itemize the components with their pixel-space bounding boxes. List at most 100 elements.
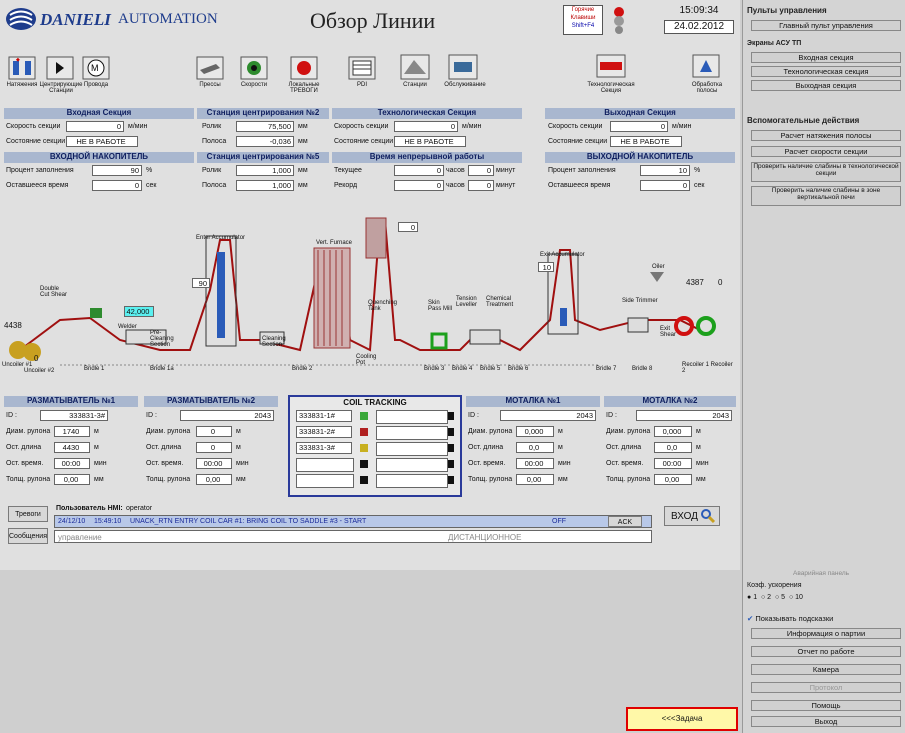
uncoiler1-len-value: 4430 <box>54 442 90 453</box>
uncoiler2-len-value: 0 <box>196 442 232 453</box>
station-icon[interactable] <box>400 54 430 80</box>
uncoiler1-time-value: 00:00 <box>54 458 90 469</box>
tracking-row[interactable] <box>296 474 456 490</box>
recoiler1-diam-unit: м <box>558 428 563 435</box>
tracking-info <box>376 474 448 488</box>
tracking-row[interactable] <box>296 458 456 474</box>
speed-icon[interactable] <box>240 56 268 80</box>
tracking-row[interactable]: 333831-1# <box>296 410 456 426</box>
tracking-info <box>376 410 448 424</box>
accel-radio-1[interactable]: ● 1 <box>747 594 757 601</box>
strip-length-readout: 42,000 <box>124 306 154 317</box>
sidebar-item-main-panel[interactable]: Главный пульт управления <box>751 20 901 31</box>
messages-button[interactable]: Сообщения <box>8 528 48 544</box>
entry-remain-unit: сек <box>146 182 157 189</box>
accel-radio-group: ● 1 ○ 2 ○ 5 ○ 10 <box>747 594 897 606</box>
sidebar-item-work-report[interactable]: Отчет по работе <box>751 646 901 657</box>
label-bridle-3: Bridle 3 <box>424 366 445 372</box>
recoiler2-diam-unit: м <box>696 428 701 435</box>
sidebar-item-tension-calc[interactable]: Расчет натяжения полосы <box>751 130 901 141</box>
recoiler1-len-label: Ост. длина <box>468 444 504 451</box>
status-control-label: управление <box>58 533 102 542</box>
tracking-coil-id <box>296 474 354 488</box>
motor-icon[interactable]: M <box>82 56 110 80</box>
centering5-strip-value: 1,000 <box>236 180 294 191</box>
sidebar-item-tech[interactable]: Технологическая секция <box>751 66 901 77</box>
label-double-cut-shear: Double Cut Shear <box>40 286 68 298</box>
press-icon[interactable] <box>196 56 224 80</box>
tracking-coil-id <box>296 458 354 472</box>
task-button-label: <<<Задача <box>661 714 703 723</box>
tracking-info <box>376 458 448 472</box>
recoiler2-time-value: 00:00 <box>654 458 692 469</box>
alarm-icon[interactable] <box>290 56 318 80</box>
sidebar-item-batch-info[interactable]: Информация о партии <box>751 628 901 639</box>
label-cleaning: Cleaning Section <box>262 336 286 348</box>
entry-state-value: НЕ В РАБОТЕ <box>66 136 138 147</box>
service-icon[interactable] <box>448 54 478 80</box>
alarm-text: UNACK_RTN ENTRY COIL CAR #1: BRING COIL … <box>130 518 367 525</box>
toolbar-label-local-alarms: Локальные ТРЕВОГИ <box>288 82 320 94</box>
tracking-row[interactable]: 333831-2# <box>296 426 456 442</box>
show-hints-checkbox[interactable]: ✔ Показывать подсказки <box>747 614 833 623</box>
tech-current-label: Текущее <box>334 167 362 174</box>
sidebar-item-exit[interactable]: Выходная секция <box>751 80 901 91</box>
recoiler-readout: 4387 <box>686 278 704 287</box>
centering5-strip-label: Полоса <box>202 182 227 189</box>
tension-icon[interactable]: ◆ <box>8 56 36 80</box>
recoiler1-id-value: 2043 <box>500 410 596 421</box>
alarm-time: 15:49:10 <box>94 518 122 525</box>
recoiler1-id-label: ID : <box>468 412 479 419</box>
sidebar-item-speed-calc[interactable]: Расчет скорости секции <box>751 146 901 157</box>
sidebar-item-slack-furnace[interactable]: Проверить наличие слабины в зоне вертика… <box>751 186 901 206</box>
tech-section-icon[interactable] <box>596 54 626 78</box>
uncoiler1-len-label: Ост. длина <box>6 444 42 451</box>
login-label: ВХОД <box>671 511 698 522</box>
ack-button[interactable]: ACK <box>608 516 642 527</box>
toolbar-label-wires: Провода <box>83 82 109 88</box>
exit-remain-label: Оставшееся время <box>548 182 611 189</box>
alarms-button[interactable]: Тревоги <box>8 506 48 522</box>
sidebar-item-help[interactable]: Помощь <box>751 700 901 711</box>
uncoiler2-diam-label: Диам. рулона <box>146 428 191 435</box>
pdi-icon[interactable] <box>348 56 376 80</box>
sidebar-item-camera[interactable]: Камера <box>751 664 901 675</box>
sidebar-item-exit-app[interactable]: Выход <box>751 716 901 727</box>
task-button[interactable]: <<<Задача <box>626 707 738 731</box>
accel-radio-10[interactable]: ○ 10 <box>789 594 803 601</box>
toolbar-label-tension: Натяжения <box>6 82 38 88</box>
hotkeys-button[interactable]: Горячие Клавиши Shift+F4 <box>563 5 603 35</box>
tracking-marker <box>448 444 454 452</box>
uncoiler2-time-value: 00:00 <box>196 458 232 469</box>
centering2-strip-value: -0,036 <box>236 136 294 147</box>
accel-radio-5[interactable]: ○ 5 <box>775 594 785 601</box>
tech-current-hours: 0 <box>394 165 444 176</box>
centering2-strip-label: Полоса <box>202 138 227 145</box>
recoiler2-diam-label: Диам. рулона <box>606 428 651 435</box>
uncoiler1-id-label: ID : <box>6 412 17 419</box>
recoiler1-time-label: Ост. время. <box>468 460 506 467</box>
accel-radio-2[interactable]: ○ 2 <box>761 594 771 601</box>
sidebar-item-protocol[interactable]: Протокол <box>751 682 901 693</box>
label-chemical: Chemical Treatment <box>486 296 514 308</box>
sidebar-item-slack-tech[interactable]: Проверить наличие слабины в технологичес… <box>751 162 901 182</box>
tracking-marker <box>448 412 454 420</box>
entry-speed-unit: м/мин <box>128 123 148 130</box>
recoiler2-title: МОТАЛКА №2 <box>604 396 736 407</box>
recoiler1-len-value: 0,0 <box>516 442 554 453</box>
tech-speed-unit: м/мин <box>462 123 482 130</box>
recoiler1-thick-value: 0,00 <box>516 474 554 485</box>
uncoiler2-len-label: Ост. длина <box>146 444 182 451</box>
recoiler2-thick-value: 0,00 <box>654 474 692 485</box>
exit-speed-value: 0 <box>610 121 668 132</box>
uncoiler1-title: РАЗМАТЫВАТЕЛЬ №1 <box>4 396 138 407</box>
entry-fill-label: Процент заполнения <box>6 167 74 174</box>
centering-icon[interactable] <box>46 56 74 80</box>
label-exit-accumulator: Exit Accumulator <box>540 252 585 258</box>
uncoiler1-time-unit: мин <box>94 460 107 467</box>
show-hints-label: Показывать подсказки <box>755 614 834 623</box>
tracking-row[interactable]: 333831-3# <box>296 442 456 458</box>
sidebar-item-entry[interactable]: Входная секция <box>751 52 901 63</box>
strip-processing-icon[interactable] <box>692 54 720 78</box>
svg-text:◆: ◆ <box>16 57 20 63</box>
